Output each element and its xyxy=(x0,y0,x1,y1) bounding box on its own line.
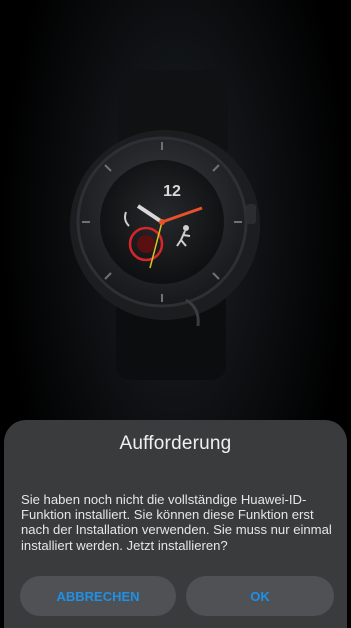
ok-button[interactable]: OK xyxy=(186,576,334,616)
cancel-button[interactable]: ABBRECHEN xyxy=(20,576,176,616)
hand-pivot xyxy=(159,219,165,225)
dialog-message: Sie haben noch nicht die vollständige Hu… xyxy=(21,492,332,553)
smartwatch-image: 12 xyxy=(70,70,260,380)
install-prompt-dialog: Aufforderung Sie haben noch nicht die vo… xyxy=(4,420,347,628)
watch-crown xyxy=(246,204,256,224)
heart-rate-subdial-center xyxy=(137,235,155,253)
dialog-title: Aufforderung xyxy=(119,433,232,454)
hour-numeral: 12 xyxy=(163,183,181,200)
